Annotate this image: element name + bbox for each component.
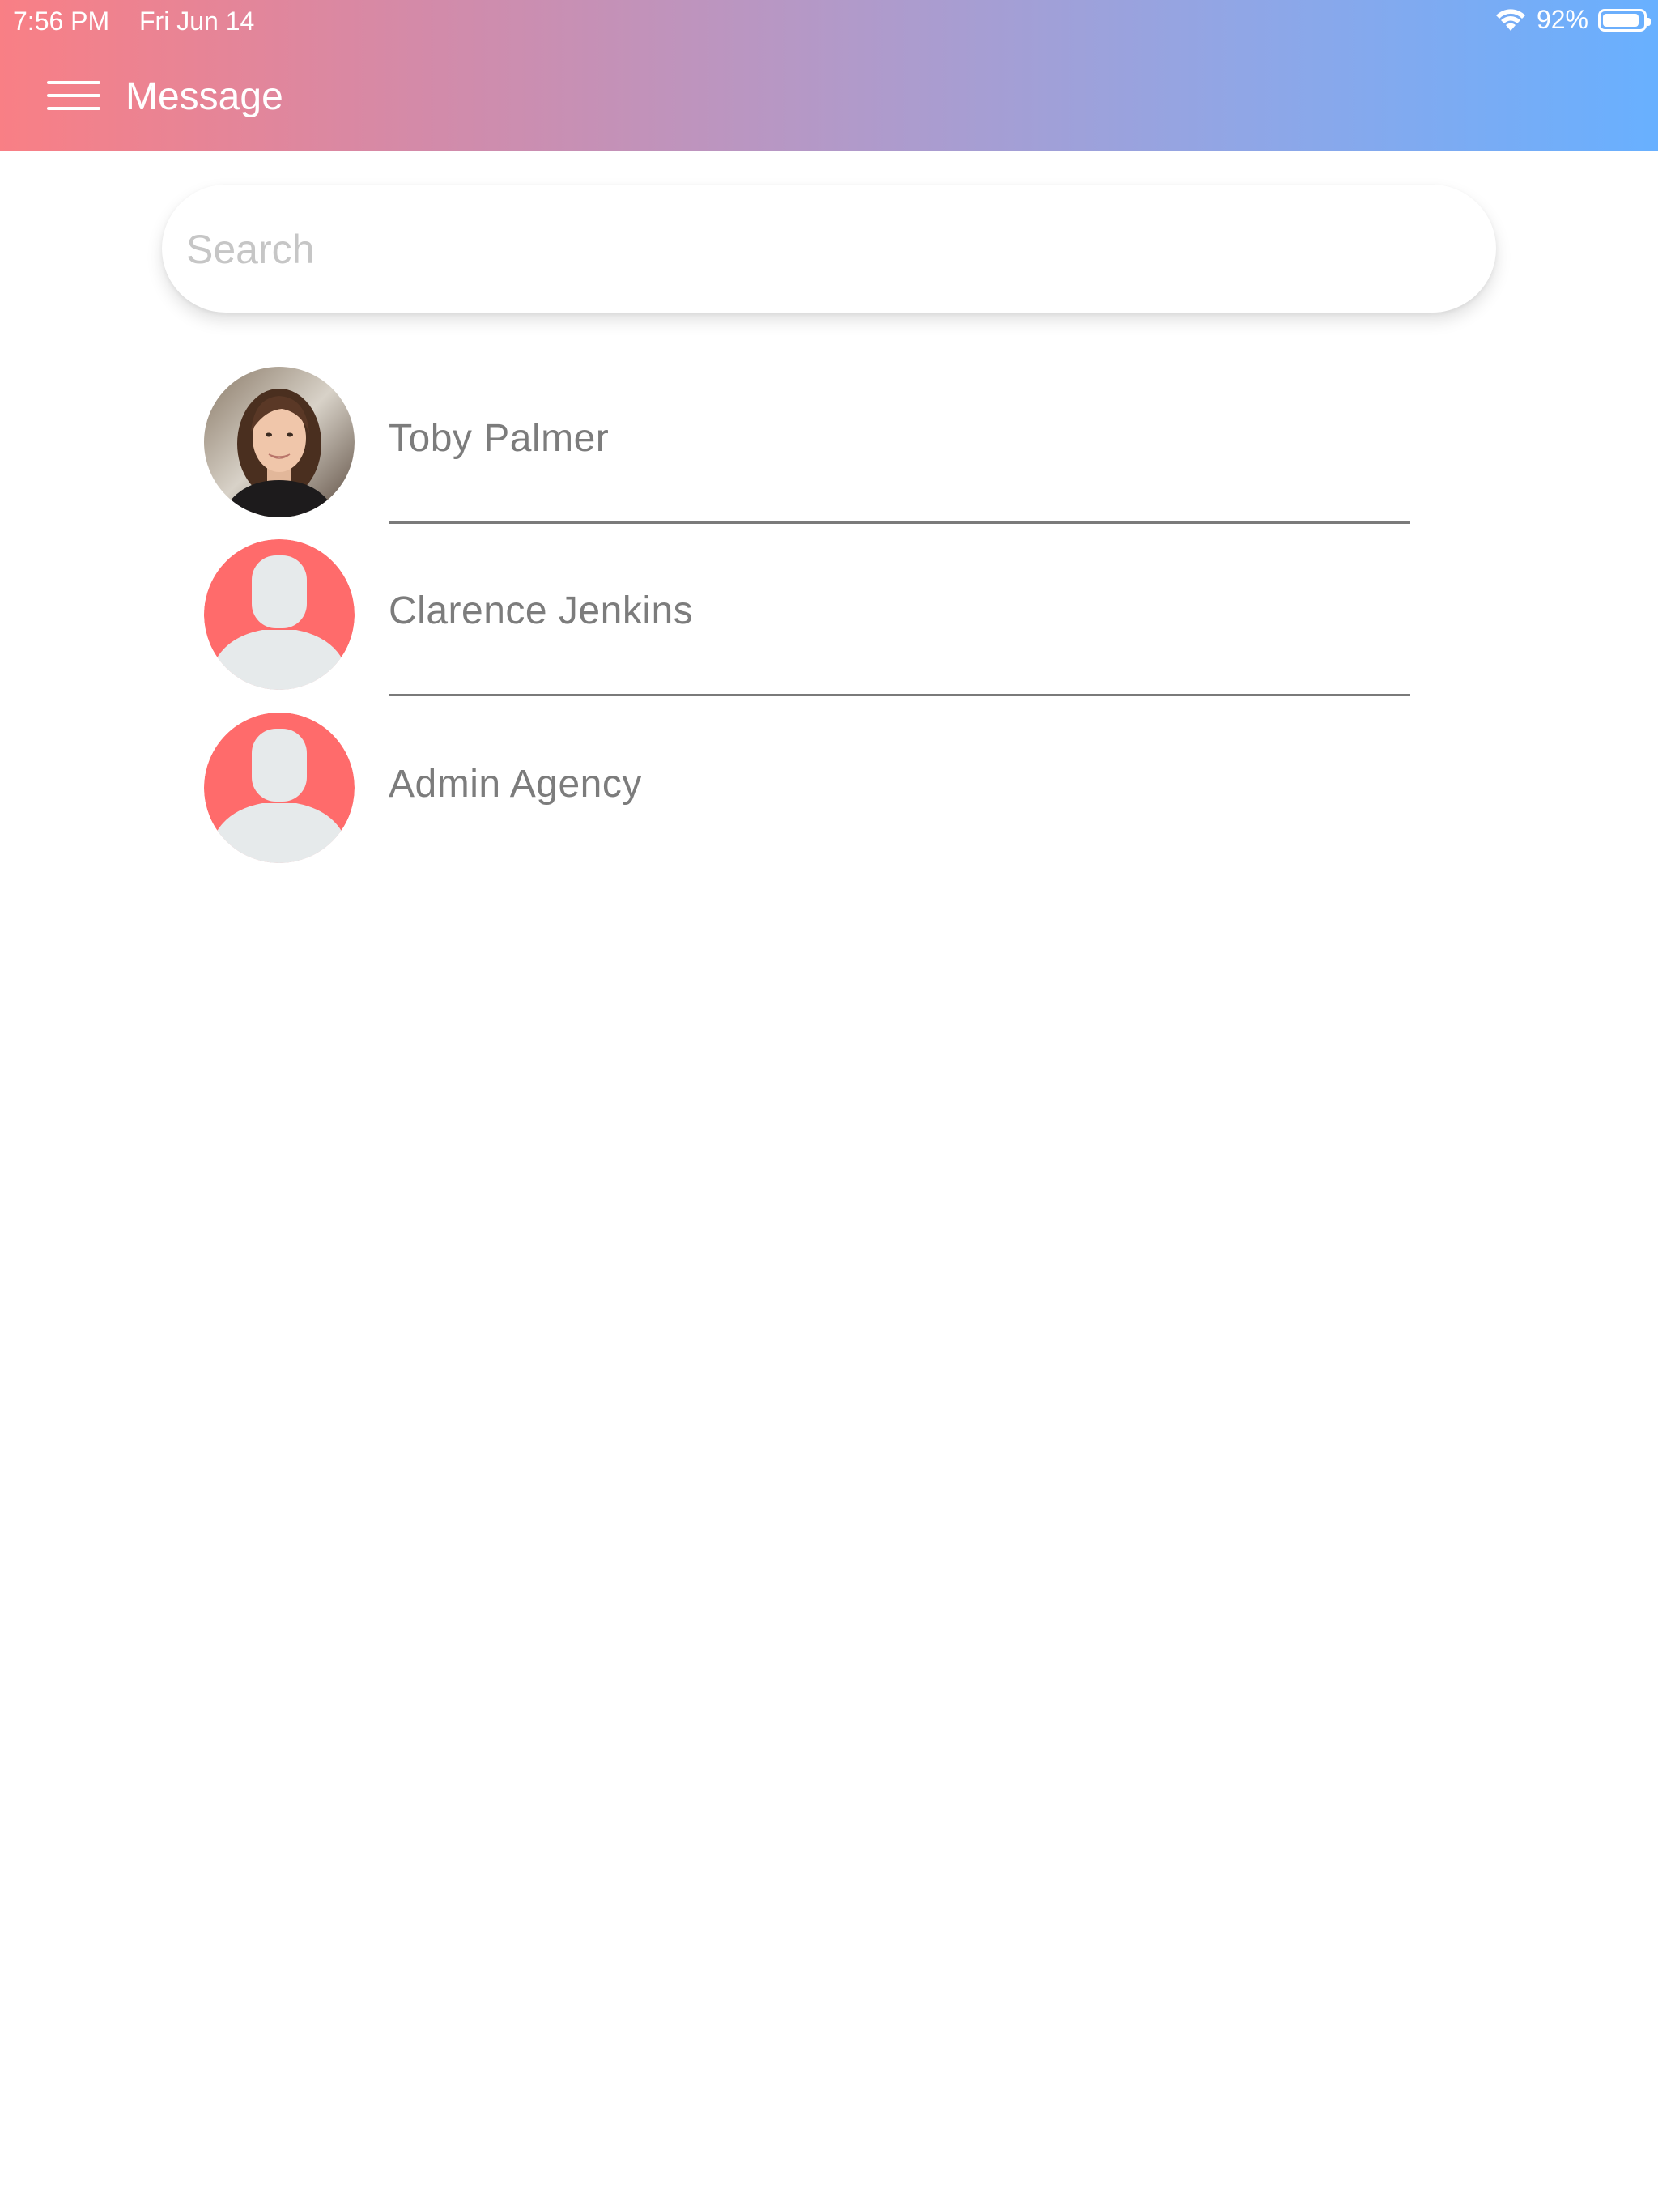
wifi-icon bbox=[1494, 8, 1527, 32]
battery-fill bbox=[1603, 13, 1639, 27]
app-header: 7:56 PM Fri Jun 14 92% Message bbox=[0, 0, 1658, 151]
status-date: Fri Jun 14 bbox=[139, 6, 255, 36]
contact-name: Admin Agency bbox=[389, 763, 642, 806]
battery-tip bbox=[1647, 17, 1651, 26]
status-time: 7:56 PM bbox=[13, 6, 110, 36]
default-person-icon bbox=[204, 713, 355, 863]
hamburger-menu-icon[interactable] bbox=[47, 79, 102, 115]
divider bbox=[389, 694, 1410, 696]
contact-item-toby-palmer[interactable]: Toby Palmer bbox=[204, 364, 1410, 524]
status-bar: 7:56 PM Fri Jun 14 92% bbox=[0, 0, 1658, 42]
contact-item-clarence-jenkins[interactable]: Clarence Jenkins bbox=[204, 537, 1410, 696]
status-indicators: 92% bbox=[1494, 5, 1651, 35]
page-title: Message bbox=[125, 75, 283, 118]
default-person-icon bbox=[204, 539, 355, 690]
contact-item-admin-agency[interactable]: Admin Agency bbox=[204, 710, 1410, 864]
menu-line bbox=[47, 81, 100, 84]
menu-line bbox=[47, 94, 100, 97]
battery-percentage: 92% bbox=[1536, 5, 1588, 34]
search-input[interactable] bbox=[185, 185, 1467, 314]
divider bbox=[389, 521, 1410, 524]
search-bar[interactable] bbox=[162, 185, 1496, 314]
battery-icon bbox=[1598, 8, 1651, 32]
contact-name: Toby Palmer bbox=[389, 417, 610, 460]
message-screen: 7:56 PM Fri Jun 14 92% Message Search To… bbox=[0, 0, 1658, 2212]
avatar-photo bbox=[204, 367, 355, 517]
menu-line bbox=[47, 107, 100, 110]
contact-name: Clarence Jenkins bbox=[389, 589, 694, 632]
